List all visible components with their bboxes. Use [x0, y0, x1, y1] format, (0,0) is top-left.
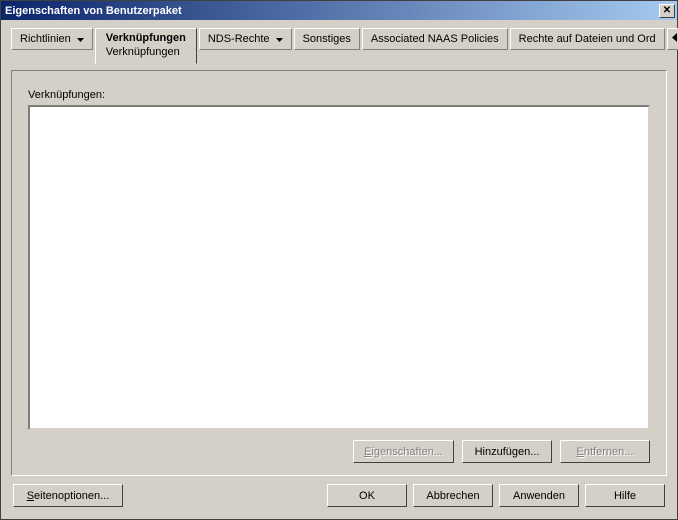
- tab-label: Rechte auf Dateien und Ord: [519, 33, 656, 45]
- list-label: Verknüpfungen:: [28, 89, 650, 101]
- remove-button: Entfernen...: [560, 440, 650, 463]
- chevron-down-icon: [77, 33, 84, 45]
- cancel-button[interactable]: Abbrechen: [413, 484, 493, 507]
- tab-label: Associated NAAS Policies: [371, 33, 499, 45]
- tab-panel: Verknüpfungen: Eigenschaften... Hinzufüg…: [11, 70, 667, 476]
- close-button[interactable]: ✕: [659, 4, 675, 18]
- panel-button-row: Eigenschaften... Hinzufügen... Entfernen…: [28, 440, 650, 463]
- chevron-down-icon: [276, 33, 283, 45]
- content-area: Richtlinien Verknüpfungen Verknüpfungen …: [1, 20, 677, 519]
- tab-nds-rechte[interactable]: NDS-Rechte: [199, 28, 292, 50]
- close-icon: ✕: [663, 6, 671, 16]
- page-options-button[interactable]: Seitenoptionen...: [13, 484, 123, 507]
- help-button[interactable]: Hilfe: [585, 484, 665, 507]
- dialog-button-bar: Seitenoptionen... OK Abbrechen Anwenden …: [11, 484, 667, 511]
- tab-richtlinien[interactable]: Richtlinien: [11, 28, 93, 50]
- titlebar: Eigenschaften von Benutzerpaket ✕: [1, 1, 677, 20]
- apply-button[interactable]: Anwenden: [499, 484, 579, 507]
- dialog-window: Eigenschaften von Benutzerpaket ✕ Richtl…: [0, 0, 678, 520]
- tab-label: Verknüpfungen: [106, 32, 186, 44]
- tab-sublabel: Verknüpfungen: [106, 46, 180, 58]
- associations-listbox[interactable]: [28, 105, 650, 430]
- tab-strip: Richtlinien Verknüpfungen Verknüpfungen …: [11, 28, 667, 64]
- tab-rechte-dateien[interactable]: Rechte auf Dateien und Ord: [510, 28, 665, 50]
- properties-button: Eigenschaften...: [353, 440, 454, 463]
- chevron-left-icon: [672, 33, 677, 45]
- tab-sonstiges[interactable]: Sonstiges: [294, 28, 360, 50]
- tab-naas-policies[interactable]: Associated NAAS Policies: [362, 28, 508, 50]
- tab-label: Richtlinien: [20, 33, 71, 45]
- tab-scroll-left-button[interactable]: [667, 28, 678, 50]
- tab-scroll-buttons: [667, 28, 678, 64]
- ok-button[interactable]: OK: [327, 484, 407, 507]
- window-title: Eigenschaften von Benutzerpaket: [5, 5, 182, 17]
- add-button[interactable]: Hinzufügen...: [462, 440, 552, 463]
- tab-label: NDS-Rechte: [208, 33, 270, 45]
- tab-verknuepfungen[interactable]: Verknüpfungen Verknüpfungen: [95, 28, 197, 64]
- tab-label: Sonstiges: [303, 33, 351, 45]
